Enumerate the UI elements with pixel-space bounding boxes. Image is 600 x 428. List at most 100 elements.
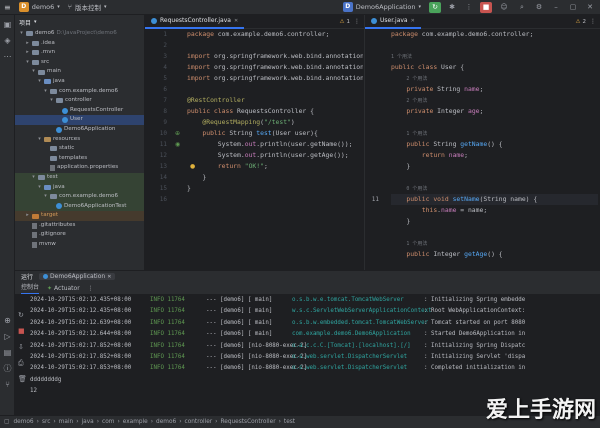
code-line[interactable]: @RestController: [187, 95, 363, 106]
code-line[interactable]: [391, 40, 598, 51]
code-line[interactable]: import org.springframework.web.bind.anno…: [187, 62, 363, 73]
code-line[interactable]: System.out.println(user.getName());: [187, 139, 363, 150]
tree-item[interactable]: static: [15, 144, 144, 154]
search-icon[interactable]: ⌕: [516, 2, 528, 13]
code-line[interactable]: public class User {: [391, 62, 598, 73]
code-line[interactable]: 1 个用法: [391, 128, 598, 139]
tree-item[interactable]: .gitignore: [15, 230, 144, 240]
code-line[interactable]: public String test(User user){: [187, 128, 363, 139]
breadcrumb-item[interactable]: com: [102, 419, 114, 425]
expand-toggle-icon[interactable]: ▸: [25, 211, 30, 221]
code-line[interactable]: 2 个用法: [391, 73, 598, 84]
print-icon[interactable]: ⎙: [18, 359, 24, 368]
tree-item[interactable]: ▾ main: [15, 67, 144, 77]
tree-item[interactable]: ▾ test: [15, 172, 144, 183]
tree-item[interactable]: ▸ .mvn: [15, 48, 144, 58]
more-tabs-icon[interactable]: ⋮: [590, 18, 600, 25]
breadcrumb-item[interactable]: example: [123, 419, 148, 425]
tree-item[interactable]: User: [15, 115, 144, 125]
code-line[interactable]: this.name = name;: [391, 205, 598, 216]
expand-toggle-icon[interactable]: ▸: [25, 39, 30, 49]
code-line[interactable]: 2 个用法: [391, 95, 598, 106]
tree-item[interactable]: ▾ controller: [15, 96, 144, 106]
code-area[interactable]: package com.example.demo6.controller; 1 …: [391, 29, 598, 260]
code-line[interactable]: }: [187, 172, 363, 183]
close-icon[interactable]: ✕: [234, 18, 238, 24]
code-line[interactable]: [187, 194, 363, 205]
tree-item[interactable]: ▾ resources: [15, 135, 144, 145]
tree-item[interactable]: ▾ src: [15, 58, 144, 68]
expand-toggle-icon[interactable]: ▾: [37, 77, 42, 87]
breadcrumb-item[interactable]: test: [284, 419, 295, 425]
breadcrumb-item[interactable]: RequestsController: [221, 419, 276, 425]
run-config-selector[interactable]: D Demo6Application ▾: [339, 0, 425, 15]
tree-item[interactable]: ▾ java: [15, 77, 144, 87]
main-menu-button[interactable]: ≡: [0, 0, 15, 15]
expand-toggle-icon[interactable]: ▾: [37, 183, 42, 193]
scroll-end-icon[interactable]: ⇩: [18, 343, 24, 351]
code-line[interactable]: import org.springframework.web.bind.anno…: [187, 51, 363, 62]
code-line[interactable]: return name;: [391, 150, 598, 161]
tree-item[interactable]: ▸ target: [15, 211, 144, 221]
project-panel-header[interactable]: 项目 ▾: [15, 15, 144, 29]
tab-run-config[interactable]: Demo6Application ✕: [39, 273, 116, 280]
expand-toggle-icon[interactable]: ▾: [25, 58, 30, 68]
tree-item[interactable]: templates: [15, 154, 144, 164]
tab-actuator[interactable]: ✦ Actuator: [47, 285, 80, 292]
warning-icon[interactable]: ⚠: [340, 19, 347, 25]
problems-icon[interactable]: ⓘ: [2, 363, 13, 374]
bulb-icon[interactable]: ●: [190, 163, 195, 170]
tree-item[interactable]: mvnw: [15, 240, 144, 250]
code-line[interactable]: private String name;: [391, 84, 598, 95]
code-line[interactable]: public class RequestsController {: [187, 106, 363, 117]
expand-toggle-icon[interactable]: ▾: [31, 173, 36, 183]
code-line[interactable]: public String getName() {: [391, 139, 598, 150]
rerun-icon[interactable]: ↻: [429, 1, 441, 13]
tree-item[interactable]: ▾ demo6 D:\JavaProject\demo6: [15, 29, 144, 39]
code-line[interactable]: }: [391, 161, 598, 172]
expand-toggle-icon[interactable]: ▾: [37, 135, 42, 145]
services-icon[interactable]: ⊕: [2, 315, 13, 326]
code-line[interactable]: }: [391, 216, 598, 227]
code-line[interactable]: package com.example.demo6.controller;: [187, 29, 363, 40]
tree-item[interactable]: application.properties: [15, 163, 144, 173]
tab-console[interactable]: 控制台: [21, 282, 40, 294]
code-line[interactable]: private Integer age;: [391, 106, 598, 117]
tree-item[interactable]: .gitattributes: [15, 221, 144, 231]
close-icon[interactable]: ✕: [411, 18, 415, 24]
structure-icon[interactable]: ⋯: [2, 51, 13, 62]
expand-toggle-icon[interactable]: ▾: [49, 96, 54, 106]
stop-icon[interactable]: ■: [18, 327, 25, 335]
expand-toggle-icon[interactable]: ▸: [25, 48, 30, 58]
expand-toggle-icon[interactable]: ▾: [43, 192, 48, 202]
code-line[interactable]: System.out.println(user.getAge());: [187, 150, 363, 161]
expand-toggle-icon[interactable]: ▾: [19, 29, 24, 39]
tree-item[interactable]: RequestsController: [15, 106, 144, 116]
breadcrumb-item[interactable]: src: [42, 419, 50, 425]
tab-user[interactable]: User.java ✕: [365, 15, 421, 29]
code-line[interactable]: public Integer getAge() {: [391, 249, 598, 260]
code-line[interactable]: [391, 227, 598, 238]
rerun-icon[interactable]: ↻: [18, 311, 24, 319]
code-line[interactable]: return "OK!";: [187, 161, 363, 172]
minimize-icon[interactable]: –: [550, 2, 562, 13]
vcs-menu[interactable]: ⑂ 版本控制 ▾: [64, 0, 111, 15]
close-icon[interactable]: ✕: [584, 2, 596, 13]
project-switcher[interactable]: D demo6 ▾: [15, 0, 64, 15]
tree-item[interactable]: Demo6ApplicationTest: [15, 201, 144, 212]
terminal-icon[interactable]: ▤: [2, 347, 13, 358]
git-icon[interactable]: ⑂: [2, 379, 13, 390]
code-line[interactable]: [187, 84, 363, 95]
tree-item[interactable]: ▾ com.example.demo6: [15, 192, 144, 202]
project-view-icon[interactable]: ▣: [2, 19, 13, 30]
code-line[interactable]: public void setName(String name) {: [391, 194, 598, 205]
tab-requests-controller[interactable]: RequestsController.java ✕: [145, 15, 245, 29]
code-line[interactable]: 0 个用法: [391, 183, 598, 194]
code-line[interactable]: @RequestMapping("/test"): [187, 117, 363, 128]
more-tabs-icon[interactable]: ⋮: [354, 18, 364, 25]
expand-toggle-icon[interactable]: ▾: [31, 67, 36, 77]
breadcrumb-item[interactable]: main: [59, 419, 73, 425]
tree-item[interactable]: ▾ com.example.demo6: [15, 87, 144, 97]
code-line[interactable]: 1 个用法: [391, 238, 598, 249]
tree-item[interactable]: Demo6Application: [15, 125, 144, 135]
